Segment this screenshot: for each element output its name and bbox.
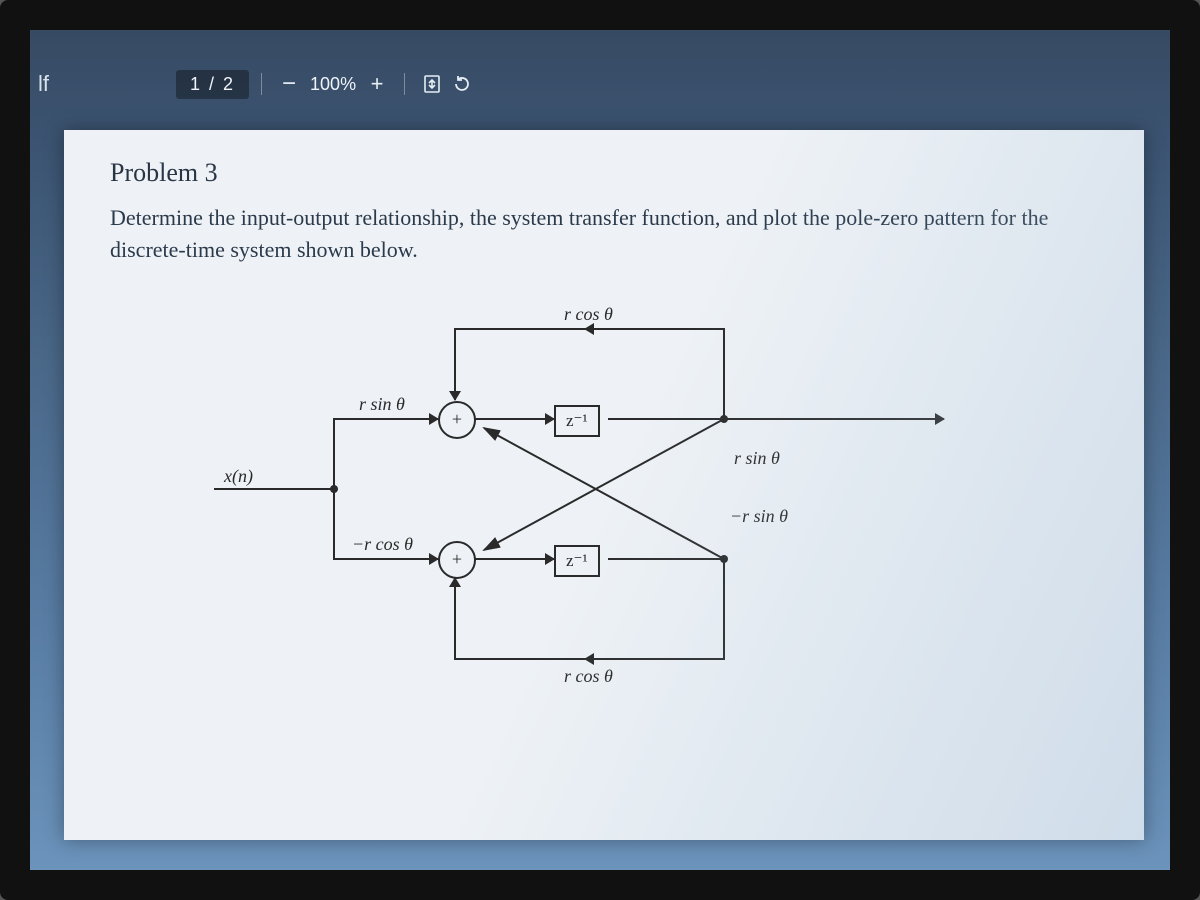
toolbar-separator — [261, 73, 262, 95]
document-title-fragment: lf — [38, 71, 86, 97]
page-navigation: 1 / 2 — [176, 70, 249, 99]
viewer-toolbar: lf 1 / 2 − 100% + — [30, 58, 1170, 110]
output-wire — [724, 418, 944, 420]
problem-statement: Determine the input-output relationship,… — [110, 202, 1098, 266]
cross-coupling-wires — [194, 288, 1014, 718]
block-diagram: x(n) r sin θ −r cos θ + + z⁻¹ z⁻¹ — [194, 288, 1014, 718]
page-indicator[interactable]: 1 / 2 — [176, 70, 249, 99]
cross-bottom-label: −r sin θ — [730, 506, 788, 527]
fit-page-button[interactable] — [417, 69, 447, 99]
fit-page-icon — [422, 74, 442, 94]
zoom-level[interactable]: 100% — [304, 74, 362, 95]
problem-heading: Problem 3 — [110, 158, 1098, 188]
rotate-button[interactable] — [447, 69, 477, 99]
toolbar-separator — [404, 73, 405, 95]
zoom-out-button[interactable]: − — [274, 69, 304, 99]
rotate-icon — [452, 74, 472, 94]
minus-icon: − — [282, 70, 296, 98]
pdf-viewer-screen: lf 1 / 2 − 100% + Problem 3 D — [0, 0, 1200, 900]
cross-top-label: r sin θ — [734, 448, 780, 469]
document-page: Problem 3 Determine the input-output rel… — [64, 130, 1144, 840]
plus-icon: + — [371, 71, 384, 97]
zoom-in-button[interactable]: + — [362, 69, 392, 99]
